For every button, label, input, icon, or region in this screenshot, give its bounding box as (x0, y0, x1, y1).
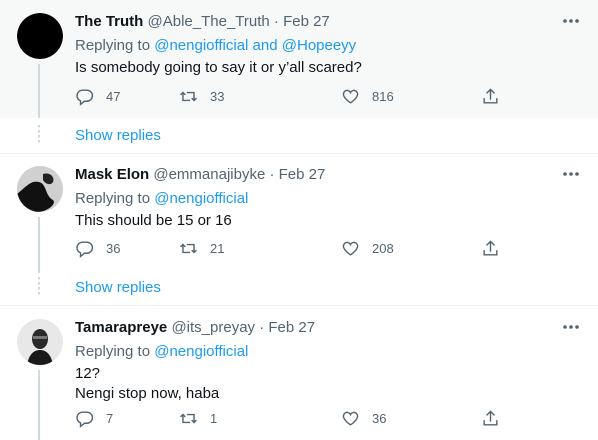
tweet-text: Is somebody going to say it or y’all sca… (75, 59, 362, 76)
thread-line (38, 64, 40, 118)
display-name[interactable]: The Truth (75, 13, 143, 30)
show-replies-row[interactable]: Show replies (0, 118, 598, 154)
reply-icon (76, 241, 94, 258)
display-name[interactable]: Mask Elon (75, 166, 149, 183)
tweet-text-line: 12? (75, 365, 101, 382)
reply-count: 7 (106, 411, 114, 426)
replying-prefix: Replying to (75, 343, 155, 360)
replying-prefix: Replying to (75, 190, 155, 207)
heart-icon (342, 241, 359, 256)
retweet-count: 1 (210, 411, 218, 426)
replying-to: Replying to @nengiofficial (75, 190, 248, 207)
thread-dots (38, 277, 40, 297)
user-handle[interactable]: @its_preyay (171, 319, 255, 336)
user-handle[interactable]: @Able_The_Truth (148, 13, 270, 30)
replying-to: Replying to @nengiofficial and @Hopeeyy (75, 37, 356, 54)
replying-prefix: Replying to (75, 37, 155, 54)
retweet-icon (180, 243, 197, 254)
tweet-text-line: Nengi stop now, haba (75, 385, 220, 402)
tweet-actions: 47 33 816 (75, 87, 505, 107)
tweet-actions: 36 21 208 (75, 239, 505, 259)
user-handle[interactable]: @emmanajibyke (153, 166, 265, 183)
display-name[interactable]: Tamarapreye (75, 319, 167, 336)
share-button[interactable] (481, 239, 500, 258)
reply-count: 47 (106, 89, 121, 104)
avatar[interactable] (17, 13, 63, 59)
retweet-count: 33 (210, 89, 225, 104)
tweet-actions: 7 1 36 (75, 409, 505, 429)
reply-button[interactable]: 36 (75, 239, 120, 258)
reply-icon (76, 411, 94, 428)
mention-link[interactable]: @nengiofficial and @Hopeeyy (154, 37, 356, 54)
tweet-text: This should be 15 or 16 (75, 212, 232, 229)
more-options-icon[interactable] (562, 318, 580, 336)
mention-link[interactable]: @nengiofficial (154, 343, 248, 360)
thread-line (38, 370, 40, 440)
retweet-icon (180, 413, 197, 424)
share-icon (483, 88, 498, 104)
like-button[interactable]: 36 (341, 409, 386, 428)
share-button[interactable] (481, 87, 500, 106)
thread-line (38, 217, 40, 273)
mention-link[interactable]: @nengiofficial (154, 190, 248, 207)
heart-icon (342, 411, 359, 426)
more-options-icon[interactable] (562, 12, 580, 30)
more-options-icon[interactable] (562, 165, 580, 183)
like-count: 816 (372, 89, 394, 104)
retweet-count: 21 (210, 241, 225, 256)
tweet-header: The Truth @Able_The_Truth · Feb 27 (75, 13, 330, 30)
share-icon (483, 240, 498, 256)
reply-icon (76, 89, 94, 106)
replying-to: Replying to @nengiofficial (75, 343, 248, 360)
show-replies-link[interactable]: Show replies (75, 127, 161, 144)
like-button[interactable]: 208 (341, 239, 394, 258)
avatar[interactable] (17, 166, 63, 212)
tweet-text: 12? Nengi stop now, haba (75, 364, 219, 404)
tweet-header: Tamarapreye @its_preyay · Feb 27 (75, 319, 315, 336)
tweet-date[interactable]: · Feb 27 (259, 319, 315, 336)
reply-button[interactable]: 7 (75, 409, 113, 428)
retweet-button[interactable]: 33 (179, 87, 224, 106)
like-button[interactable]: 816 (341, 87, 394, 106)
retweet-icon (180, 91, 197, 102)
show-replies-row[interactable]: Show replies (0, 270, 598, 306)
tweet-date[interactable]: · Feb 27 (274, 13, 330, 30)
reply-count: 36 (106, 241, 121, 256)
show-replies-link[interactable]: Show replies (75, 279, 161, 296)
avatar[interactable] (17, 319, 63, 365)
share-icon (483, 410, 498, 426)
heart-icon (342, 89, 359, 104)
retweet-button[interactable]: 21 (179, 239, 224, 258)
retweet-button[interactable]: 1 (179, 409, 217, 428)
thread-dots (38, 125, 40, 145)
like-count: 208 (372, 241, 394, 256)
reply-button[interactable]: 47 (75, 87, 120, 106)
like-count: 36 (372, 411, 387, 426)
tweet-date[interactable]: · Feb 27 (269, 166, 325, 183)
share-button[interactable] (481, 409, 500, 428)
tweet-header: Mask Elon @emmanajibyke · Feb 27 (75, 166, 325, 183)
